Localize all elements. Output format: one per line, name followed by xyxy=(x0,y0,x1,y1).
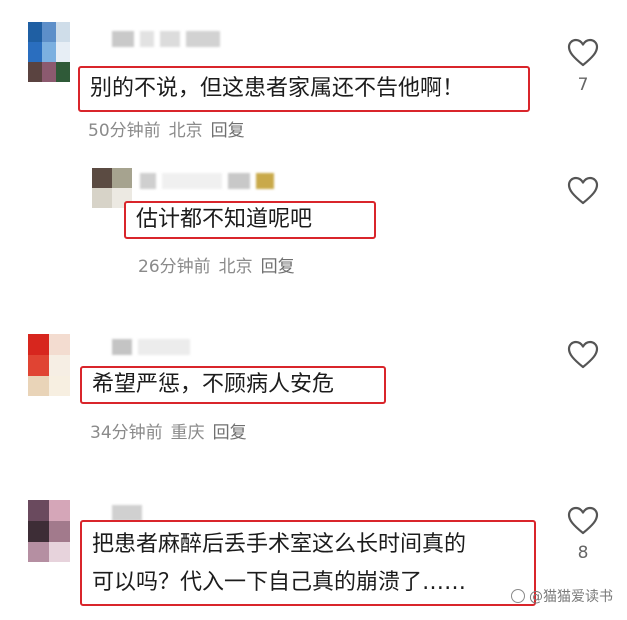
comment-meta: 34分钟前 重庆 回复 xyxy=(90,418,247,443)
watermark-text: @猫猫爱读书 xyxy=(529,589,613,605)
comment-time: 34分钟前 xyxy=(90,423,163,443)
like-button[interactable]: 7 xyxy=(565,38,601,95)
comment-1: 别的不说，但这患者家属还不告他啊！ 50分钟前 北京 回复 7 xyxy=(0,0,627,150)
comment-location: 北京 xyxy=(168,121,203,141)
like-count: 7 xyxy=(577,75,589,95)
like-button[interactable] xyxy=(565,176,601,233)
comment-time: 50分钟前 xyxy=(88,121,161,141)
comment-3: 希望严惩，不顾病人安危 34分钟前 重庆 回复 xyxy=(0,300,627,450)
comment-text: 希望严惩，不顾病人安危 xyxy=(80,366,386,404)
comment-text: 估计都不知道呢吧 xyxy=(124,201,376,239)
username-blurred[interactable] xyxy=(112,30,220,48)
comment-meta: 50分钟前 北京 回复 xyxy=(88,116,245,141)
reply-button[interactable]: 回复 xyxy=(211,116,245,141)
avatar[interactable] xyxy=(28,500,70,562)
weibo-logo-icon xyxy=(511,589,525,603)
like-button[interactable]: 8 xyxy=(565,506,601,563)
heart-outline-icon xyxy=(565,176,601,205)
comment-location: 重庆 xyxy=(170,423,205,443)
heart-outline-icon xyxy=(565,506,601,535)
heart-outline-icon xyxy=(565,38,601,67)
avatar[interactable] xyxy=(28,22,70,82)
comment-location: 北京 xyxy=(218,257,253,277)
comment-2: 估计都不知道呢吧 26分钟前 北京 回复 xyxy=(0,150,627,300)
username-blurred[interactable] xyxy=(112,338,190,356)
like-count: 8 xyxy=(577,543,589,563)
watermark: @猫猫爱读书 xyxy=(511,586,613,606)
reply-button[interactable]: 回复 xyxy=(213,418,247,443)
username-blurred[interactable] xyxy=(140,172,274,190)
comment-time: 26分钟前 xyxy=(138,257,211,277)
like-count xyxy=(565,213,601,233)
comment-text: 别的不说，但这患者家属还不告他啊！ xyxy=(78,66,530,112)
reply-button[interactable]: 回复 xyxy=(261,252,295,277)
like-count xyxy=(565,377,601,397)
like-button[interactable] xyxy=(565,340,601,397)
comment-text: 把患者麻醉后丢手术室这么长时间真的 可以吗？代入一下自己真的崩溃了…… xyxy=(80,520,536,606)
avatar[interactable] xyxy=(28,334,70,396)
comment-meta: 26分钟前 北京 回复 xyxy=(138,252,295,277)
heart-outline-icon xyxy=(565,340,601,369)
